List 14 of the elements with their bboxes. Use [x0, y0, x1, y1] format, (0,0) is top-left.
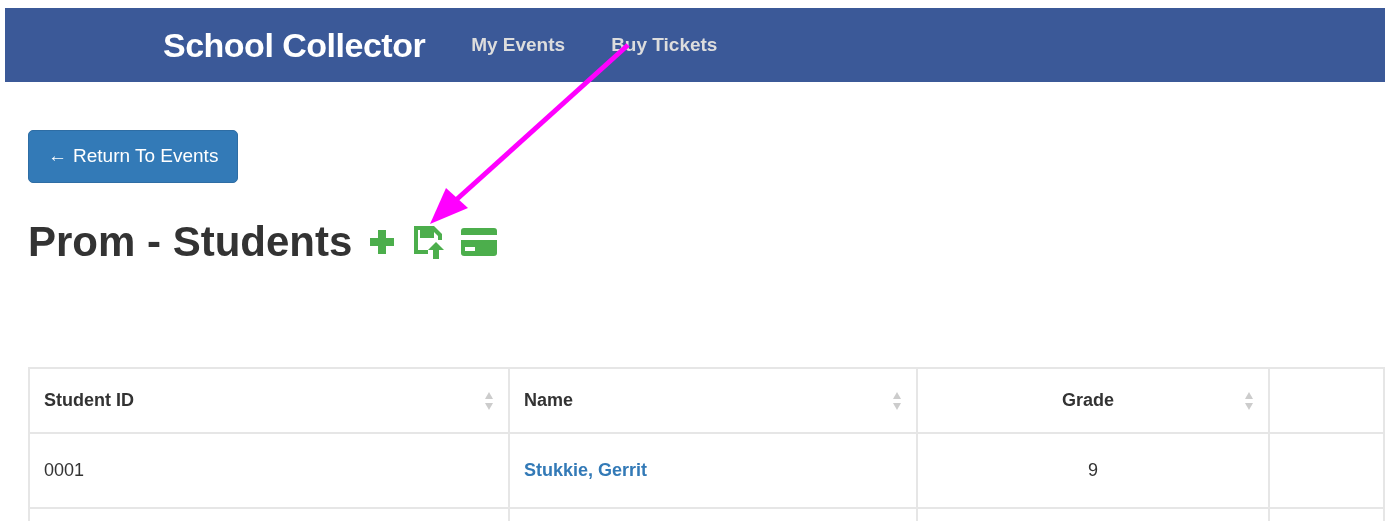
table-cell: 9: [1088, 460, 1098, 481]
column-header[interactable]: Student ID: [44, 387, 134, 415]
return-button[interactable]: ← Return To Events: [28, 130, 239, 183]
page-title: Prom - Students: [28, 217, 353, 267]
save-upload-icon[interactable]: [412, 224, 447, 261]
student-name-link[interactable]: Stukkie, Gerrit: [524, 460, 648, 481]
credit-card-icon[interactable]: [460, 227, 499, 258]
sort-icon[interactable]: [1244, 390, 1254, 411]
nav-link[interactable]: My Events: [471, 30, 566, 60]
sort-icon[interactable]: [892, 390, 902, 411]
brand-link[interactable]: School Collector: [163, 19, 426, 71]
column-header[interactable]: Name: [524, 387, 574, 415]
table-cell: 0001: [44, 460, 85, 481]
sort-icon[interactable]: [484, 390, 494, 411]
